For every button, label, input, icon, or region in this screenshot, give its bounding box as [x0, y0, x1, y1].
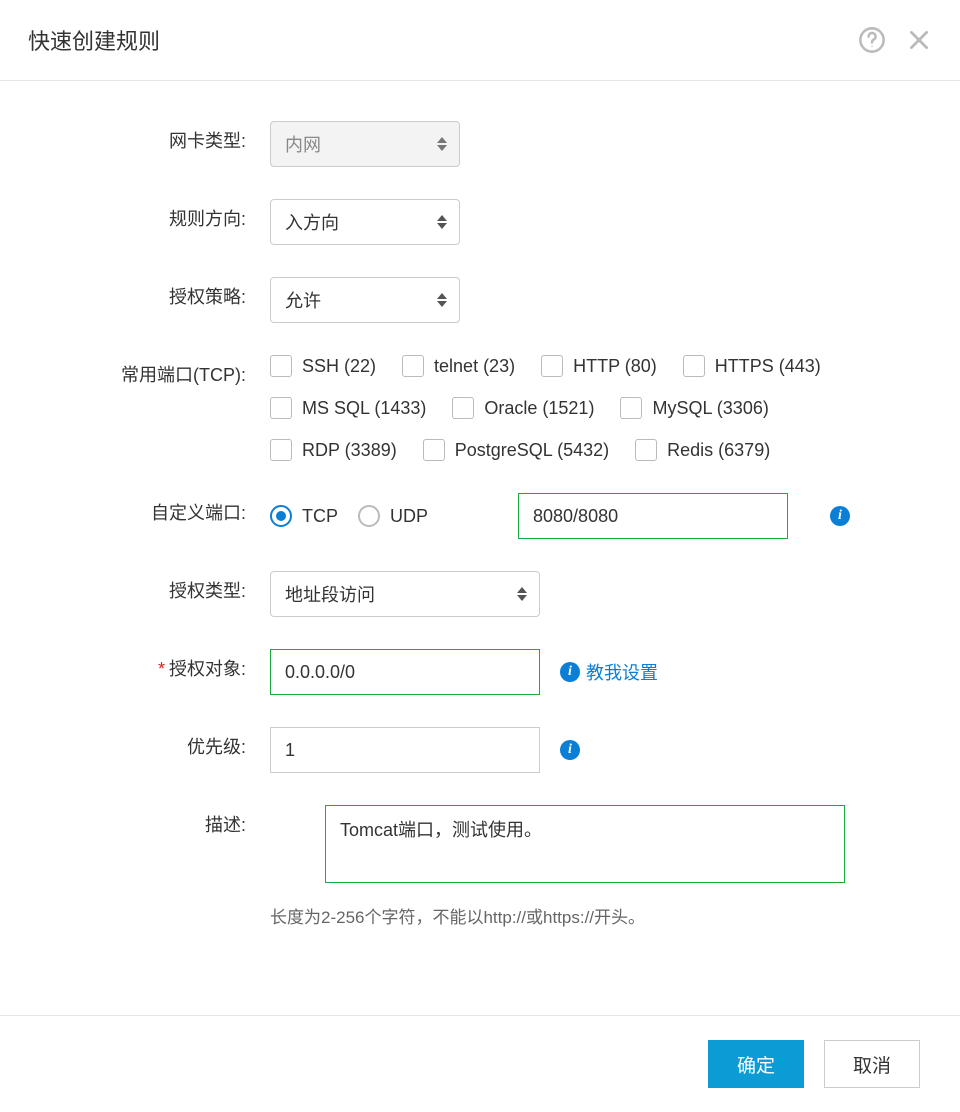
- confirm-button[interactable]: 确定: [708, 1040, 804, 1088]
- label-nic-type: 网卡类型:: [0, 121, 270, 161]
- select-nic-type-value: 内网: [285, 131, 321, 157]
- select-direction[interactable]: 入方向: [270, 199, 460, 245]
- form-body: 网卡类型: 内网 规则方向: 入方向: [0, 81, 960, 1015]
- checkbox-rdp-3389[interactable]: RDP (3389): [270, 439, 397, 461]
- link-teach-me[interactable]: i 教我设置: [560, 659, 658, 685]
- chevron-updown-icon: [437, 215, 447, 229]
- row-nic-type: 网卡类型: 内网: [0, 121, 900, 167]
- chevron-updown-icon: [437, 293, 447, 307]
- checkbox-postgresql-5432[interactable]: PostgreSQL (5432): [423, 439, 609, 461]
- radio-udp-label: UDP: [390, 506, 428, 527]
- select-direction-value: 入方向: [285, 209, 339, 235]
- checkbox-mssql-1433[interactable]: MS SQL (1433): [270, 397, 426, 419]
- checkbox-https-443[interactable]: HTTPS (443): [683, 355, 821, 377]
- input-custom-port[interactable]: [518, 493, 788, 539]
- label-policy: 授权策略:: [0, 277, 270, 317]
- row-priority: 优先级: i: [0, 727, 900, 773]
- checkbox-label: MySQL (3306): [652, 398, 768, 419]
- checkbox-label: Oracle (1521): [484, 398, 594, 419]
- cancel-button[interactable]: 取消: [824, 1040, 920, 1088]
- row-policy: 授权策略: 允许: [0, 277, 900, 323]
- radio-tcp-label: TCP: [302, 506, 338, 527]
- select-auth-type[interactable]: 地址段访问: [270, 571, 540, 617]
- chevron-updown-icon: [517, 587, 527, 601]
- label-custom-port: 自定义端口:: [0, 493, 270, 533]
- info-icon[interactable]: i: [560, 740, 580, 760]
- checkbox-label: HTTPS (443): [715, 356, 821, 377]
- radio-tcp[interactable]: TCP: [270, 505, 338, 527]
- row-description: 描述: 长度为2-256个字符，不能以http://或https://开头。: [0, 805, 900, 928]
- checkbox-label: PostgreSQL (5432): [455, 440, 609, 461]
- dialog-header: 快速创建规则: [0, 0, 960, 81]
- checkbox-telnet-23[interactable]: telnet (23): [402, 355, 515, 377]
- checkbox-label: HTTP (80): [573, 356, 657, 377]
- description-hint: 长度为2-256个字符，不能以http://或https://开头。: [270, 903, 900, 928]
- help-icon[interactable]: [858, 26, 886, 54]
- chevron-updown-icon: [437, 137, 447, 151]
- info-icon[interactable]: i: [830, 506, 850, 526]
- select-nic-type: 内网: [270, 121, 460, 167]
- radio-udp[interactable]: UDP: [358, 505, 428, 527]
- checkbox-label: Redis (6379): [667, 440, 770, 461]
- row-auth-target: *授权对象: i 教我设置: [0, 649, 900, 695]
- input-priority[interactable]: [270, 727, 540, 773]
- label-direction: 规则方向:: [0, 199, 270, 239]
- close-icon[interactable]: [906, 27, 932, 53]
- dialog-footer: 确定 取消: [0, 1015, 960, 1112]
- checkbox-redis-6379[interactable]: Redis (6379): [635, 439, 770, 461]
- checkbox-label: telnet (23): [434, 356, 515, 377]
- checkbox-label: MS SQL (1433): [302, 398, 426, 419]
- checkbox-oracle-1521[interactable]: Oracle (1521): [452, 397, 594, 419]
- textarea-description[interactable]: [325, 805, 845, 883]
- label-description: 描述:: [0, 805, 270, 845]
- link-teach-me-label: 教我设置: [586, 659, 658, 685]
- row-common-ports: 常用端口(TCP): SSH (22) telnet (23) HTTP (80…: [0, 355, 900, 461]
- select-policy[interactable]: 允许: [270, 277, 460, 323]
- checkbox-label: RDP (3389): [302, 440, 397, 461]
- row-custom-port: 自定义端口: TCP UDP i: [0, 493, 900, 539]
- label-common-ports: 常用端口(TCP):: [0, 355, 270, 395]
- quick-create-rule-dialog: 快速创建规则 网卡类型: 内网 规则: [0, 0, 960, 1112]
- checkbox-label: SSH (22): [302, 356, 376, 377]
- input-auth-target[interactable]: [270, 649, 540, 695]
- select-policy-value: 允许: [285, 287, 321, 313]
- select-auth-type-value: 地址段访问: [285, 581, 375, 607]
- header-actions: [858, 26, 932, 54]
- checkbox-mysql-3306[interactable]: MySQL (3306): [620, 397, 768, 419]
- checkbox-http-80[interactable]: HTTP (80): [541, 355, 657, 377]
- row-auth-type: 授权类型: 地址段访问: [0, 571, 900, 617]
- checkbox-ssh-22[interactable]: SSH (22): [270, 355, 376, 377]
- label-auth-type: 授权类型:: [0, 571, 270, 611]
- label-priority: 优先级:: [0, 727, 270, 767]
- label-auth-target: *授权对象:: [0, 649, 270, 689]
- row-direction: 规则方向: 入方向: [0, 199, 900, 245]
- info-icon: i: [560, 662, 580, 682]
- dialog-title: 快速创建规则: [28, 24, 160, 56]
